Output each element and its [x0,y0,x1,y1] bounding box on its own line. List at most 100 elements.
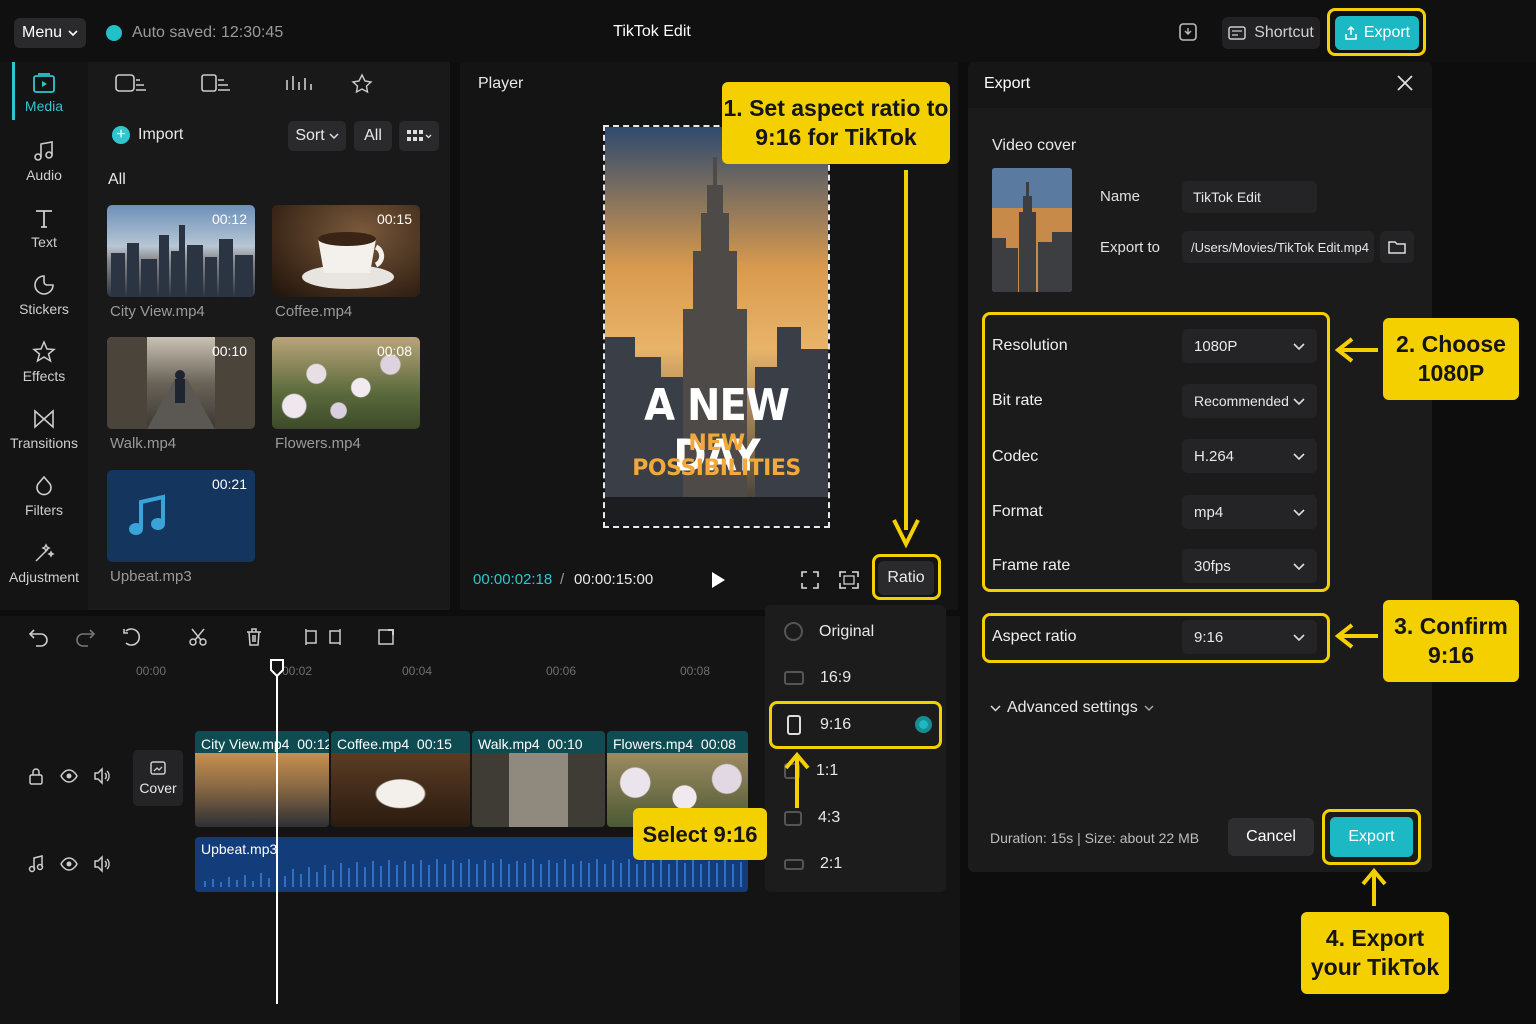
clip-name: Walk.mp4 [478,736,540,752]
timeline-clip-coffee[interactable]: Coffee.mp4 00:15 [331,731,470,827]
audio-mute-button[interactable] [93,855,111,873]
audio-tab-icon[interactable] [283,72,317,94]
audio-visibility-button[interactable] [60,855,78,873]
music-note-icon [129,494,165,535]
split-button[interactable] [188,627,208,647]
timeline-clip-city-view[interactable]: City View.mp4 00:12 [195,731,329,827]
ratio-option-16-9[interactable]: 16:9 [784,669,851,687]
import-label: Import [138,126,184,143]
crop-button[interactable] [376,627,396,647]
fullscreen-button[interactable] [838,570,860,590]
video-tab-icon[interactable] [114,72,148,94]
close-button[interactable] [1396,74,1414,92]
video-preview[interactable]: A NEW DAY NEW POSSIBILITIES [603,125,830,528]
mute-button[interactable] [93,767,111,785]
layout-icon[interactable] [1176,20,1200,44]
redo-button[interactable] [74,627,96,647]
media-thumbnail: 00:15 [272,205,420,297]
grid-view-button[interactable] [399,121,439,151]
chevron-down-icon [1144,705,1154,711]
ruler-tick: 00:02 [282,664,313,678]
undo-button[interactable] [28,627,50,647]
shortcut-button[interactable]: Shortcut [1222,17,1320,49]
sidebar-item-text[interactable]: Text [0,206,88,250]
media-thumbnail: 00:08 [272,337,420,429]
clip-duration: 00:10 [547,736,583,752]
ratio-option-2-1[interactable]: 2:1 [784,855,842,873]
ratio-option-original[interactable]: Original [784,622,874,641]
crop-icon [378,629,394,645]
image-edit-icon [150,761,166,775]
sidebar-label-stickers: Stickers [19,301,69,317]
aspect-ratio-select[interactable]: 9:16 [1182,620,1317,654]
browse-folder-button[interactable] [1380,231,1414,263]
import-button[interactable]: + Import [112,126,183,144]
trim-left-button[interactable] [300,627,320,647]
delete-button[interactable] [244,627,264,647]
playhead-handle-icon[interactable] [269,658,285,678]
media-name: Walk.mp4 [110,435,177,452]
cover-button[interactable]: Cover [133,750,183,806]
export-button[interactable]: Export [1330,817,1413,857]
sidebar-label-adjustment: Adjustment [8,569,80,585]
bitrate-select[interactable]: Recommended [1182,384,1317,418]
playhead[interactable] [276,660,278,1004]
framerate-value: 30fps [1194,557,1231,575]
menu-label: Menu [21,24,63,41]
media-item-city-view[interactable]: 00:12 City View.mp4 [107,205,255,320]
clip-label: Walk.mp4 00:10 [478,736,583,752]
media-thumbnail: 00:12 [107,205,255,297]
trim-right-button[interactable] [326,627,346,647]
ratio-option-9-16[interactable]: 9:16 [784,715,851,735]
media-item-upbeat[interactable]: 00:21 Upbeat.mp3 [107,470,255,585]
menu-button[interactable]: Menu [14,18,86,48]
format-value: mp4 [1194,503,1224,521]
media-name: Coffee.mp4 [275,303,353,320]
export-path-input[interactable]: /Users/Movies/TikTok Edit.mp4 [1182,231,1374,263]
sort-button[interactable]: Sort [288,121,346,151]
media-thumbnail: 00:21 [107,470,255,562]
export-top-button[interactable]: Export [1335,16,1419,50]
portrait-ratio-icon [787,715,801,735]
lock-icon [29,768,43,785]
clip-duration: 00:15 [416,736,452,752]
all-filter-button[interactable]: All [354,121,392,151]
media-item-coffee[interactable]: 00:15 Coffee.mp4 [272,205,420,320]
timeline-clip-walk[interactable]: Walk.mp4 00:10 [472,731,605,827]
advanced-settings-toggle[interactable]: Advanced settings [990,699,1154,717]
sidebar-item-media[interactable]: Media [0,72,88,114]
codec-select[interactable]: H.264 [1182,439,1317,473]
export-icon [1345,25,1357,40]
sidebar-item-stickers[interactable]: Stickers [0,273,88,317]
framerate-select[interactable]: 30fps [1182,549,1317,583]
ratio-option-4-3[interactable]: 4:3 [784,809,840,827]
fit-screen-button[interactable] [800,570,820,590]
media-item-flowers[interactable]: 00:08 Flowers.mp4 [272,337,420,452]
autosave-status: Auto saved: 12:30:45 [106,24,283,42]
play-button[interactable] [710,571,726,589]
cancel-button[interactable]: Cancel [1228,818,1314,856]
media-item-walk[interactable]: 00:10 Walk.mp4 [107,337,255,452]
callout-arrow-left-icon [1334,337,1378,363]
ratio-option-label: 16:9 [820,669,852,686]
visibility-button[interactable] [60,767,78,785]
format-select[interactable]: mp4 [1182,495,1317,529]
resolution-select[interactable]: 1080P [1182,329,1317,363]
sticker-tab-icon[interactable] [350,72,384,94]
ratio-button[interactable]: Ratio [878,561,934,595]
sidebar-item-adjustment[interactable]: Adjustment [0,541,88,585]
clip-thumbnail [472,753,605,827]
photo-tab-icon[interactable] [200,72,234,94]
sidebar-item-transitions[interactable]: Transitions [0,407,88,451]
export-summary: Duration: 15s | Size: about 22 MB [990,830,1200,846]
radio-empty-icon [784,622,803,641]
sidebar-item-filters[interactable]: Filters [0,474,88,518]
sidebar-item-effects[interactable]: Effects [0,340,88,384]
video-cover-thumbnail[interactable] [992,168,1072,292]
all-filter-label: All [364,127,382,144]
clip-label: City View.mp4 00:12 [201,736,329,752]
sidebar-item-audio[interactable]: Audio [0,139,88,183]
rotate-button[interactable] [122,627,142,647]
lock-track-button[interactable] [27,767,45,785]
name-input[interactable]: TikTok Edit [1182,181,1317,213]
